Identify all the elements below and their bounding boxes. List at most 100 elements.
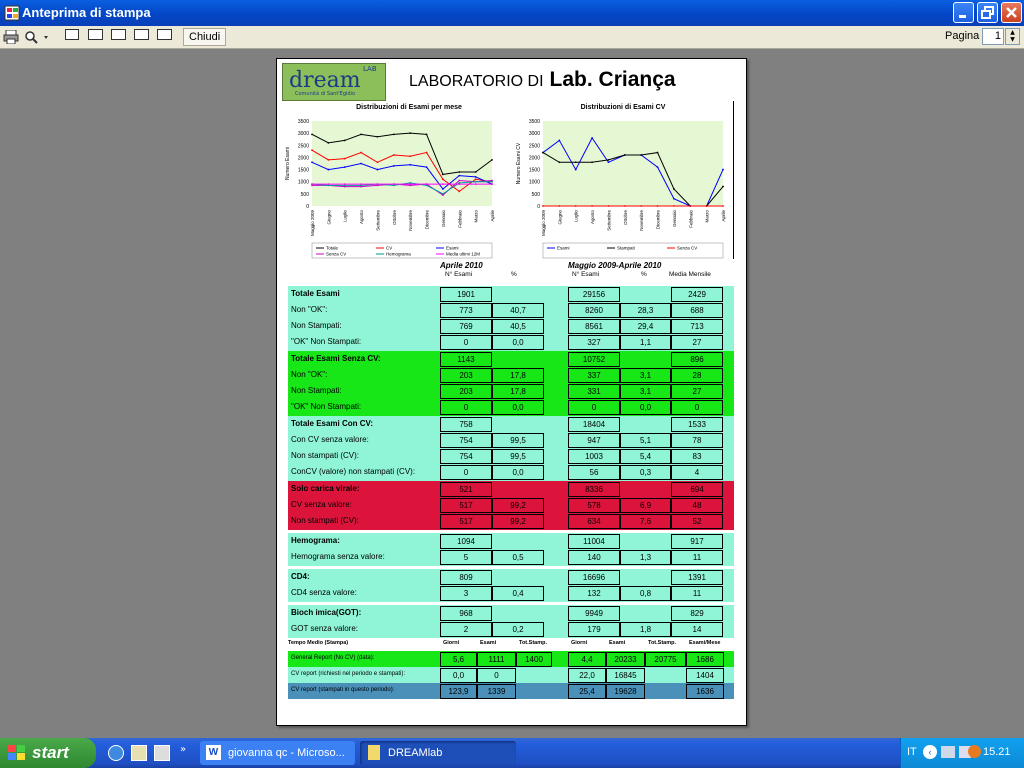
row-label: Hemograma senza valore:	[291, 552, 385, 561]
chart2-series-0-point	[591, 137, 593, 139]
chart1-series-0-point	[491, 158, 493, 161]
chart2-series-2-point	[656, 205, 659, 207]
show-desktop-icon[interactable]	[131, 745, 147, 761]
value-cell: 140	[568, 550, 620, 565]
tray-expand-icon[interactable]: ‹	[923, 745, 937, 759]
chart1-series-0-point	[343, 139, 346, 142]
chart1-series-5-point	[392, 183, 395, 186]
value-cell: 754	[440, 449, 492, 464]
value-cell: 3	[440, 586, 492, 601]
one-page-icon[interactable]	[65, 29, 79, 40]
value-cell: 27	[671, 384, 723, 399]
row-label: Non Stampati:	[291, 386, 342, 395]
print-button[interactable]	[1, 28, 21, 46]
chart1-series-4-point	[491, 180, 493, 183]
tempo-row: CV report (stampati in questo periodo): 1…	[288, 683, 734, 699]
chart1-legend-label: Esami	[446, 246, 459, 251]
tempo-header: Tot.Stamp.	[648, 640, 677, 646]
chart1-series-5-point	[409, 183, 412, 186]
value-cell: 99,2	[492, 514, 544, 529]
value-cell: 517	[440, 498, 492, 513]
value-cell: 99,2	[492, 498, 544, 513]
chart-border	[733, 101, 734, 259]
value-cell: 337	[568, 368, 620, 383]
task-dreamlab[interactable]: DREAMlab	[360, 741, 516, 765]
value-cell: 0,4	[492, 586, 544, 601]
language-indicator[interactable]: IT	[907, 746, 917, 758]
system-tray: IT ‹ 15.21	[900, 738, 1024, 768]
value-cell: 829	[671, 606, 723, 621]
chart2-series-1-point	[673, 188, 675, 190]
row-label: Non stampati (CV):	[291, 516, 360, 525]
minimize-button[interactable]	[953, 2, 974, 23]
six-pages-icon[interactable]	[157, 29, 172, 40]
chart2-series-1-point	[607, 158, 610, 161]
value-cell: 2429	[671, 287, 723, 302]
tempo-cell: 0	[477, 668, 516, 683]
value-cell: 56	[568, 465, 620, 480]
chart1-xtick: Luglio	[343, 210, 348, 223]
chart1-series-5-point	[425, 183, 428, 186]
chart2-series-2-point	[607, 205, 610, 207]
value-cell: 6,9	[620, 498, 671, 513]
chart1-series-1-point	[311, 149, 313, 152]
three-pages-icon[interactable]	[111, 29, 126, 40]
chart2-series-1-point	[542, 151, 544, 154]
tempo-header: Giorni	[443, 640, 460, 646]
chart2-xtick: Novembre	[639, 210, 644, 231]
logo-word: dream	[289, 68, 361, 93]
close-preview-button[interactable]: Chiudi	[183, 28, 227, 46]
quicklaunch-more-icon[interactable]: »	[180, 744, 186, 755]
title-bar: Anteprima di stampa	[0, 0, 1024, 26]
chart1-series-5-point	[442, 183, 444, 186]
zoom-button[interactable]	[23, 28, 51, 46]
close-window-button[interactable]	[1001, 2, 1022, 23]
value-cell: 1,3	[620, 550, 671, 565]
chart2-legend-label: Stampati	[617, 246, 635, 251]
chart2-xtick: Marzo	[705, 210, 710, 223]
start-button[interactable]: start	[0, 738, 96, 768]
value-cell: 754	[440, 433, 492, 448]
restore-button[interactable]	[977, 2, 998, 23]
page-spinner[interactable]: ▲ ▼	[1005, 28, 1020, 45]
two-pages-icon[interactable]	[88, 29, 103, 40]
value-cell: 203	[440, 384, 492, 399]
network-icon[interactable]	[941, 746, 955, 758]
value-cell: 11004	[568, 534, 620, 549]
row-label: "OK" Non Stampati:	[291, 337, 362, 346]
chart1-series-1-point	[425, 151, 428, 154]
chart1-series-2-point	[442, 188, 444, 190]
task-word-document[interactable]: W giovanna qc - Microso...	[200, 741, 355, 765]
page-number-input[interactable]: 1	[982, 28, 1004, 45]
security-icon[interactable]	[968, 745, 981, 758]
chart1-series-0-point	[409, 132, 412, 135]
chart1-series-1-point	[343, 157, 346, 160]
word-icon: W	[206, 745, 221, 760]
row-label: Non Stampati:	[291, 321, 342, 330]
chart1-xtick: Ottobre	[392, 210, 397, 226]
value-cell: 0,2	[492, 622, 544, 637]
value-cell: 634	[568, 514, 620, 529]
tempo-cell: 4,4	[568, 652, 606, 667]
tempo-cell: 20775	[645, 652, 686, 667]
internet-explorer-icon[interactable]	[108, 745, 124, 761]
chart2-series-2-point	[673, 205, 675, 207]
value-cell: 773	[440, 303, 492, 318]
value-cell: 327	[568, 335, 620, 350]
four-pages-icon[interactable]	[134, 29, 149, 40]
tempo-header: Esami	[609, 640, 626, 646]
tempo-row: General Report (No CV) (data): 5,6 1111 140…	[288, 651, 734, 667]
header-period1: Aprile 2010	[440, 261, 483, 270]
chart2-xtick: Luglio	[574, 210, 579, 223]
value-cell: 1,1	[620, 335, 671, 350]
chart1-series-0-point	[442, 173, 444, 176]
value-cell: 713	[671, 319, 723, 334]
chart1-series-0-point	[474, 171, 477, 173]
chart2-ytick: 2000	[529, 155, 540, 161]
value-cell: 10752	[568, 352, 620, 367]
chart1-series-1-point	[376, 161, 379, 164]
chart2-xtick: Maggio 2009	[541, 210, 546, 237]
chart1-series-1-point	[360, 151, 362, 154]
quicklaunch-app-icon[interactable]	[154, 745, 170, 761]
chart2-legend-label: Esami	[557, 246, 570, 251]
